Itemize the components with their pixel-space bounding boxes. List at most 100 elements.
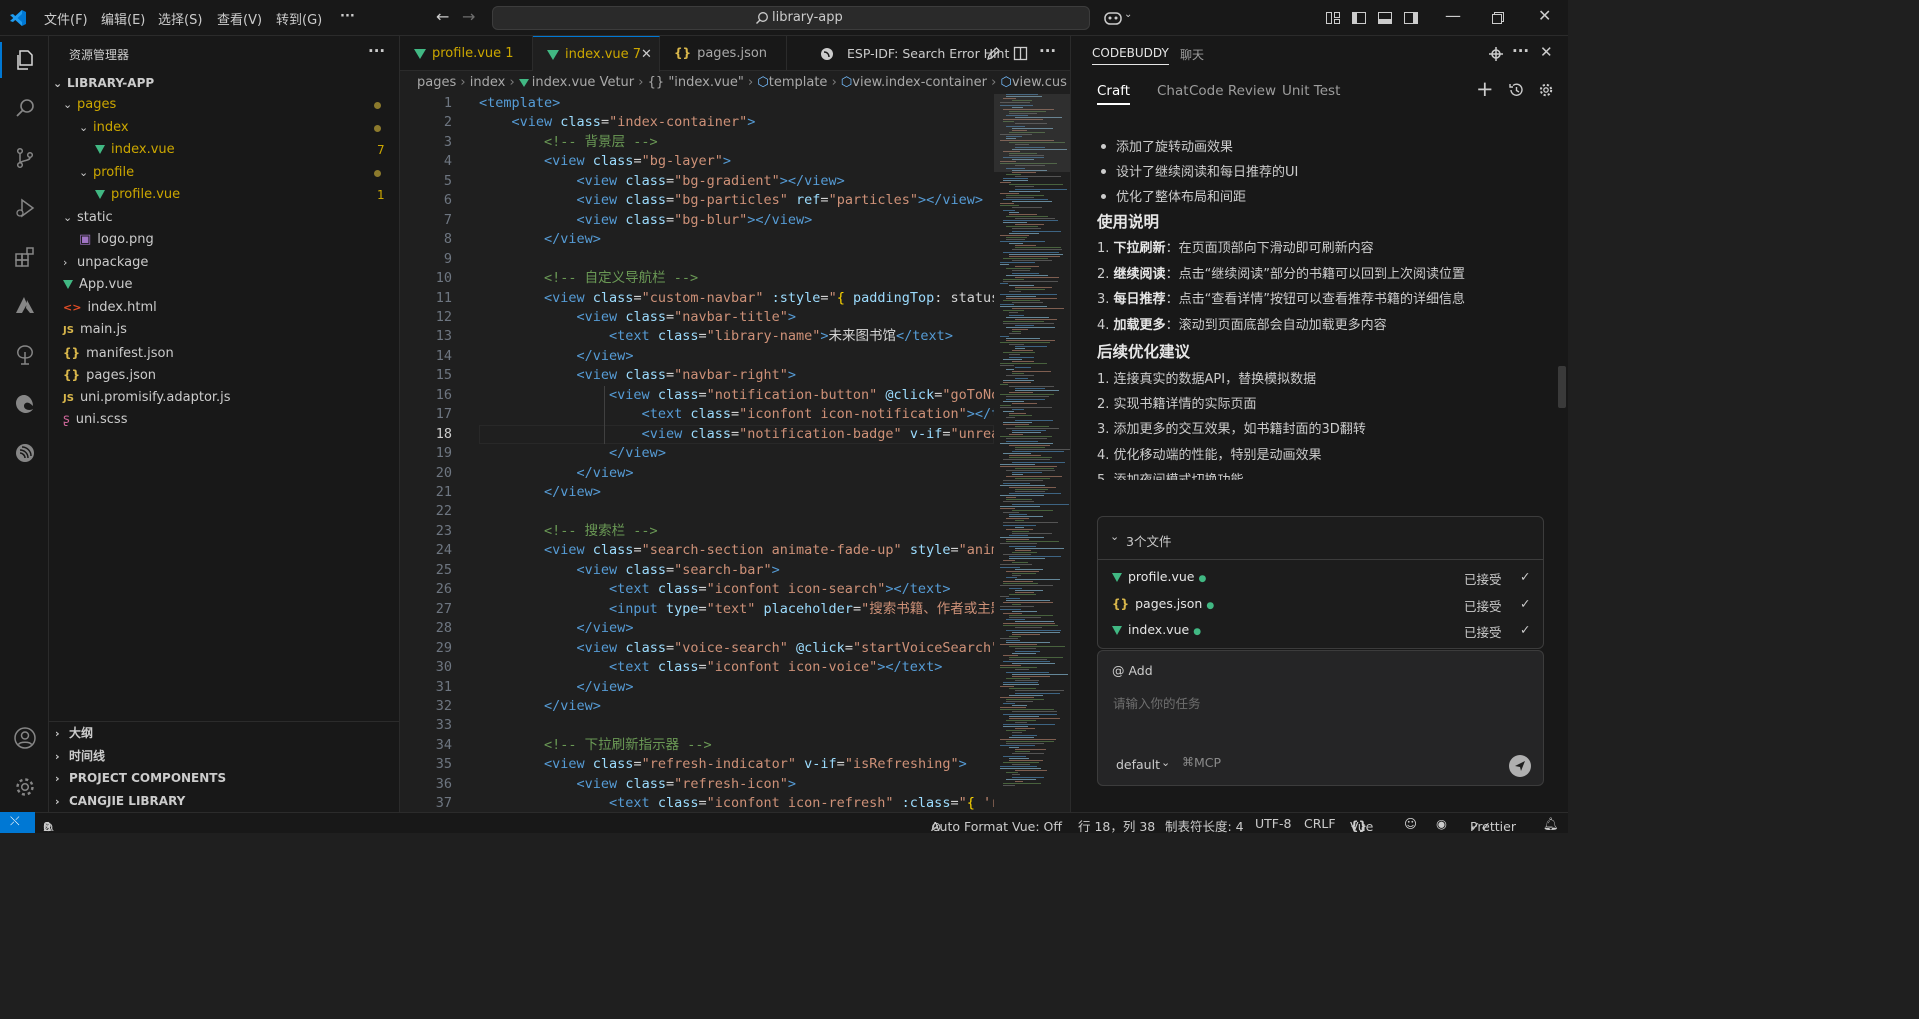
file-tree-item[interactable]: JS uni.promisify.adaptor.js (63, 387, 400, 409)
history-icon[interactable] (1508, 82, 1524, 98)
esp-idf-icon[interactable]: ◉ (1436, 816, 1447, 831)
tab-profile-vue[interactable]: profile.vue 1 (400, 36, 533, 71)
section-timeline[interactable]: › 时间线 (55, 745, 105, 767)
code-line[interactable]: </view> (479, 697, 601, 717)
file-tree-item[interactable]: JS main.js (63, 319, 400, 341)
changed-file-row[interactable]: index.vue ● 已接受 ✓ (1112, 622, 1532, 642)
tab-chat-cn[interactable]: 聊天 (1180, 46, 1204, 63)
breadcrumb-item[interactable]: Vetur (600, 75, 635, 90)
code-line[interactable]: <text class="iconfont icon-refresh" :cla… (479, 794, 994, 812)
breadcrumb-item[interactable]: {} "index.vue" (648, 75, 744, 90)
code-line[interactable]: <view class="notification-button" @click… (479, 386, 994, 406)
remote-indicator[interactable]: ⤬ (0, 812, 35, 833)
code-line[interactable]: <view class="bg-layer"> (479, 152, 731, 172)
toggle-secondary-sidebar-icon[interactable] (1403, 10, 1419, 26)
source-control-icon[interactable] (0, 136, 49, 180)
explorer-icon[interactable] (0, 38, 49, 82)
breadcrumb-item[interactable]: view.cus (1012, 75, 1067, 90)
toggle-panel-icon[interactable] (1377, 10, 1393, 26)
code-line[interactable]: <view class="bg-particles" ref="particle… (479, 191, 983, 211)
toggle-primary-sidebar-icon[interactable] (1351, 10, 1367, 26)
chevron-down-icon[interactable]: ⌄ (1124, 9, 1132, 20)
minimap-slider[interactable] (994, 94, 1070, 172)
subtab-unit-test[interactable]: Unit Test (1282, 83, 1340, 99)
task-input-box[interactable]: @ Add 请输入你的任务 default ⌄ ⌘ MCP (1097, 650, 1544, 786)
file-tree-item[interactable]: {} manifest.json (63, 342, 400, 364)
minimap[interactable] (994, 94, 1070, 812)
new-chat-icon[interactable]: + (1476, 77, 1494, 101)
file-tree-item[interactable]: ⌄ profile (79, 162, 400, 184)
code-line[interactable]: </view> (479, 347, 634, 367)
file-tree-item[interactable]: profile.vue (95, 184, 400, 206)
menu-file[interactable]: 文件(F) (44, 9, 88, 28)
edge-icon[interactable] (0, 382, 49, 426)
minimize-window-icon[interactable]: — (1445, 6, 1461, 25)
menu-edit[interactable]: 编辑(E) (101, 9, 145, 28)
menu-more[interactable]: ··· (340, 9, 355, 24)
file-tree-item[interactable]: › unpackage (63, 252, 400, 274)
vscode-logo-icon[interactable] (8, 8, 28, 28)
code-line[interactable]: </view> (479, 444, 666, 464)
tree-icon[interactable] (0, 333, 49, 377)
code-line[interactable]: <text class="iconfont icon-search"></tex… (479, 580, 950, 600)
file-tree-item[interactable]: ⌄ index (79, 117, 400, 139)
code-editor[interactable]: 1 <template> 2 <view class="index-containe… (400, 94, 994, 812)
file-tree-item[interactable]: <> index.html (63, 297, 400, 319)
send-button[interactable] (1509, 755, 1531, 777)
section-project-components[interactable]: › PROJECT COMPONENTS (55, 767, 226, 789)
model-select[interactable]: default ⌄ (1108, 754, 1175, 774)
files-header[interactable]: 3个文件 (1126, 531, 1171, 550)
menu-selection[interactable]: 选择(S) (158, 9, 202, 28)
code-line[interactable]: </view> (479, 230, 601, 250)
code-line[interactable]: <text class="library-name">未来图书馆</text> (479, 327, 953, 347)
mcp-button[interactable]: MCP (1194, 755, 1221, 770)
changed-file-row[interactable]: profile.vue ● 已接受 ✓ (1112, 569, 1532, 589)
back-arrow-icon[interactable]: ← (436, 7, 449, 26)
code-line[interactable]: <text class="iconfont icon-notification"… (479, 405, 994, 425)
encoding[interactable]: UTF-8 (1255, 816, 1291, 831)
code-line[interactable]: <!-- 背景层 --> (479, 133, 658, 153)
copilot-icon[interactable] (1103, 9, 1123, 27)
code-line[interactable]: <!-- 自定义导航栏 --> (479, 269, 698, 289)
azure-icon[interactable] (0, 284, 49, 328)
project-root[interactable]: ⌄ LIBRARY-APP (53, 72, 154, 94)
espressif-icon[interactable] (0, 431, 49, 475)
end-of-line[interactable]: CRLF (1304, 816, 1336, 831)
code-line[interactable]: <view class="notification-badge" v-if="u… (479, 425, 994, 445)
file-tree-item[interactable]: index.vue (95, 139, 400, 161)
code-line[interactable]: <view class="navbar-title"> (479, 308, 797, 328)
run-debug-icon[interactable] (0, 186, 49, 230)
code-line[interactable]: </view> (479, 464, 634, 484)
code-line[interactable]: <view class="custom-navbar" :style="{ pa… (479, 289, 994, 309)
code-line[interactable]: <input type="text" placeholder="搜索书籍、作者或… (479, 600, 994, 620)
code-line[interactable]: <view class="bg-blur"></view> (479, 211, 813, 231)
code-line[interactable]: <!-- 搜索栏 --> (479, 522, 658, 542)
menu-go[interactable]: 转到(G) (276, 9, 322, 28)
settings-gear-icon[interactable] (1538, 82, 1554, 98)
section-outline[interactable]: › 大纲 (55, 722, 93, 744)
menu-view[interactable]: 查看(V) (217, 9, 262, 28)
code-line[interactable]: <view class="search-section animate-fade… (479, 541, 994, 561)
scrollbar-thumb[interactable] (1558, 366, 1566, 408)
account-icon[interactable] (0, 716, 49, 760)
file-tree-item[interactable]: ⌄ static (63, 207, 400, 229)
code-line[interactable]: <view class="voice-search" @click="start… (479, 639, 994, 659)
subtab-craft[interactable]: Craft (1097, 83, 1131, 105)
breadcrumb-item[interactable]: index.vue (532, 75, 596, 90)
code-line[interactable]: <template> (479, 94, 560, 114)
cursor-position[interactable]: 行 18，列 38 (1078, 816, 1155, 835)
subtab-code-review[interactable]: Code Review (1189, 83, 1276, 99)
more-actions-icon[interactable]: ··· (1512, 42, 1529, 60)
breadcrumb-item[interactable]: pages (417, 75, 456, 90)
breadcrumb-item[interactable]: index (470, 75, 506, 90)
breadcrumb-item[interactable]: view.index-container (852, 75, 987, 90)
search-icon[interactable] (0, 86, 49, 130)
file-tree-item[interactable]: App.vue (63, 274, 400, 296)
code-line[interactable]: <!-- 下拉刷新指示器 --> (479, 736, 712, 756)
code-line[interactable]: <view class="navbar-right"> (479, 366, 797, 386)
close-window-icon[interactable]: ✕ (1538, 6, 1551, 25)
tab-pages-json[interactable]: {} pages.json (660, 36, 787, 71)
tab-codebuddy[interactable]: CODEBUDDY (1092, 46, 1169, 65)
code-line[interactable]: </view> (479, 483, 601, 503)
code-line[interactable]: <view class="refresh-icon"> (479, 775, 797, 795)
